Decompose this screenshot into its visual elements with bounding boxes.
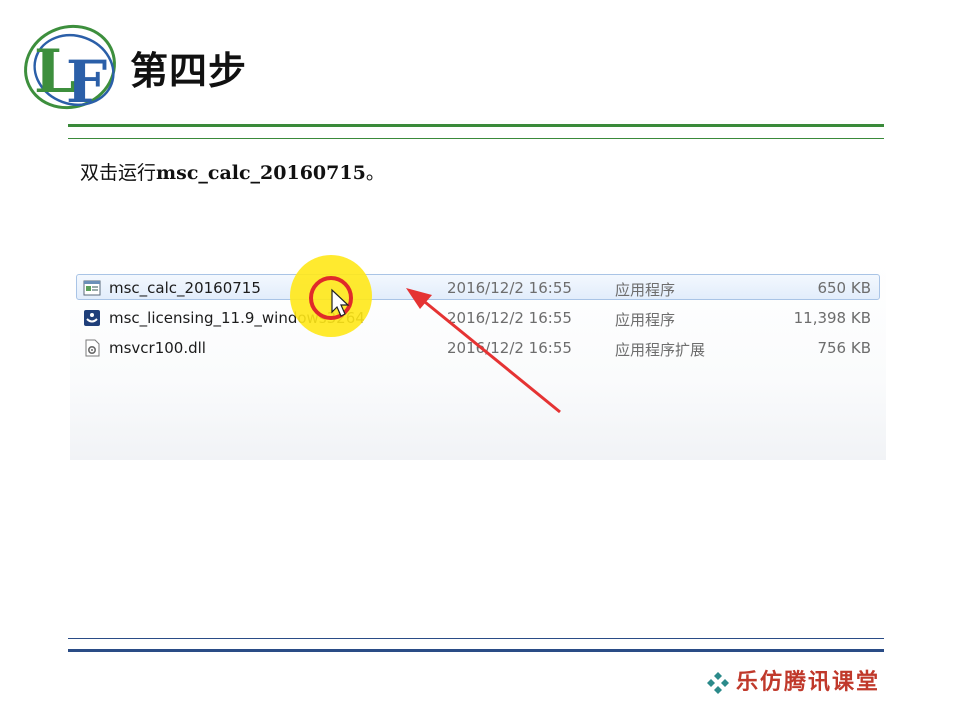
- svg-text:F: F: [66, 48, 107, 115]
- file-type: 应用程序: [615, 281, 676, 299]
- file-size: 11,398 KB: [793, 309, 871, 327]
- dll-gear-icon: [85, 339, 100, 357]
- instruction-prefix: 双击运行: [80, 162, 157, 184]
- file-modified: 2016/12/2 16:55: [447, 279, 572, 297]
- brand-name: 乐仿腾讯课堂: [735, 669, 880, 695]
- file-name: msc_licensing_11.9_windows3264: [109, 309, 365, 327]
- instruction-suffix: 。: [365, 162, 385, 184]
- brand-diamond-icon: [706, 672, 729, 694]
- file-modified: 2016/12/2 16:55: [447, 309, 572, 327]
- installer-app-icon: [84, 310, 100, 326]
- header-divider: [68, 124, 884, 127]
- page-title: 第四步: [130, 49, 248, 93]
- file-type: 应用程序: [615, 311, 676, 329]
- file-size: 650 KB: [817, 279, 871, 297]
- file-list-panel: msc_calc_20160715 2016/12/2 16:55 应用程序 6…: [70, 262, 886, 460]
- footer-divider-thin: [68, 638, 884, 639]
- file-size: 756 KB: [817, 339, 871, 357]
- file-modified: 2016/12/2 16:55: [447, 339, 572, 357]
- footer-divider: [68, 649, 884, 652]
- footer-brand: 乐仿腾讯课堂: [706, 664, 880, 696]
- file-name: msc_calc_20160715: [109, 279, 261, 297]
- file-type: 应用程序扩展: [615, 341, 706, 359]
- file-row-msc-licensing[interactable]: msc_licensing_11.9_windows3264 2016/12/2…: [76, 304, 880, 330]
- file-name: msvcr100.dll: [109, 339, 206, 357]
- lf-logo: L F: [24, 24, 116, 115]
- file-row-msc-calc[interactable]: msc_calc_20160715 2016/12/2 16:55 应用程序 6…: [76, 274, 880, 300]
- file-row-msvcr100[interactable]: msvcr100.dll 2016/12/2 16:55 应用程序扩展 756 …: [76, 334, 880, 360]
- instruction-filename: msc_calc_20160715: [156, 162, 366, 184]
- instruction-text: 双击运行msc_calc_20160715。: [80, 158, 385, 185]
- header-divider-thin: [68, 138, 884, 139]
- application-window-icon: [83, 280, 101, 296]
